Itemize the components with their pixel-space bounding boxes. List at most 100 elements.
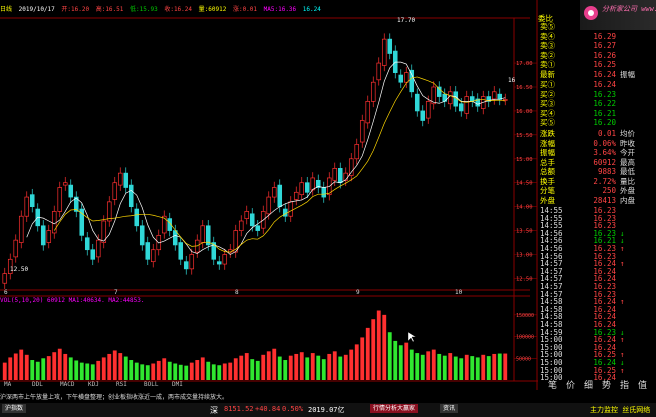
volume-bar [162, 358, 167, 380]
stat-row[interactable]: 涨跌 0.01 均价 [538, 129, 656, 139]
volume-bar [420, 354, 425, 380]
logo-icon [584, 6, 598, 20]
tab-ddl[interactable]: DDL [32, 381, 43, 388]
bid-row[interactable]: 买③ 16.22 [538, 99, 656, 109]
volume-bar [288, 355, 293, 380]
candle [277, 184, 283, 207]
stat-row-value: 250 [602, 186, 616, 195]
bottom-button[interactable]: 沪指数 [2, 404, 27, 413]
stat-row-label: 外盘 [540, 195, 555, 205]
candle [376, 62, 382, 81]
ask-row-value: 16.26 [593, 50, 616, 60]
status-pct: 0.50% [282, 405, 304, 413]
stat-row[interactable]: 涨幅 0.06% 昨收 [538, 139, 656, 149]
side-tabs: 笔价细势指值 [538, 378, 656, 391]
stat-row[interactable]: 分笔 250 外盘 [538, 186, 656, 196]
tab-kdj[interactable]: KDJ [88, 381, 99, 388]
news-ticker: 沪深两市上午放量上攻，下午横盘整理；创业板指收涨近一成，两市成交量持续放大。 [0, 394, 229, 401]
price-tick: 15.00 [516, 157, 533, 163]
ask-row-label: 卖① [540, 60, 555, 69]
bottom-button[interactable]: 资讯 [440, 404, 459, 413]
stat-row-value: 0.06% [593, 138, 616, 148]
stat-row-extra: 内盘 [620, 195, 635, 205]
price-tick: 14.50 [516, 181, 533, 187]
candle [249, 213, 255, 227]
status-market: 深 [210, 406, 218, 415]
bottom-button[interactable]: 行情分析大赢家 [370, 404, 419, 413]
side-tab[interactable]: 笔 [548, 378, 557, 391]
candle [458, 103, 464, 112]
volume-bar [497, 353, 502, 380]
volume-bar [409, 349, 414, 380]
volume-bar [41, 358, 46, 380]
stat-row[interactable]: 换手 2.72% 量比 [538, 177, 656, 187]
volume-bar [228, 362, 233, 380]
candle [51, 211, 57, 234]
tab-macd[interactable]: MACD [60, 381, 74, 388]
candle [293, 191, 299, 200]
candle [57, 187, 63, 212]
volume-bar [145, 365, 150, 380]
ask-row[interactable]: 卖① 16.25 [538, 60, 656, 70]
price-tick: 16.50 [516, 85, 533, 91]
low-mark: 12.50 [10, 266, 28, 273]
stat-row[interactable]: 振幅 3.64% 今开 [538, 148, 656, 158]
volume-bar [376, 310, 381, 380]
candle [29, 194, 35, 207]
bid-row[interactable]: 买④ 16.21 [538, 109, 656, 119]
ask-row-value: 16.25 [593, 60, 616, 69]
tab-ma[interactable]: MA [4, 381, 11, 388]
side-tab[interactable]: 势 [602, 378, 611, 391]
tab-boll[interactable]: BOLL [144, 381, 158, 388]
volume-bar [13, 353, 18, 380]
stat-row[interactable]: 总额 9883 最低 [538, 167, 656, 177]
stat-row[interactable]: 总手 60912 最高 [538, 158, 656, 168]
candle [24, 196, 30, 217]
volume-bar [294, 353, 299, 380]
volume-bar [305, 357, 310, 380]
price-tick: 13.00 [516, 253, 533, 259]
volume-bar [222, 363, 227, 380]
price-tick: 13.50 [516, 229, 533, 235]
tab-dmi[interactable]: DMI [172, 381, 183, 388]
last-tag: 振幅 [620, 70, 635, 79]
stat-row[interactable]: 外盘 28413 内盘 [538, 196, 656, 206]
month-label: 9 [356, 289, 360, 296]
candle [139, 225, 145, 246]
ask-row[interactable]: 卖③ 16.27 [538, 41, 656, 51]
ask-row[interactable]: 卖② 16.26 [538, 51, 656, 61]
volume-bar [426, 351, 431, 380]
candle [491, 91, 497, 100]
bid-row[interactable]: 买② 16.23 [538, 90, 656, 100]
volume-bar [255, 360, 260, 380]
candle [304, 182, 310, 193]
status-bar: 沪指数 行情分析大赢家 资讯 深 8151.52 +40.84 0.50% 2019… [0, 403, 656, 417]
tick-arrow-icon: ↑ [620, 244, 625, 253]
side-tab[interactable]: 指 [620, 378, 629, 391]
volume-bar [343, 354, 348, 380]
side-tab[interactable]: 细 [584, 378, 593, 391]
watermark: 分析家公司 www.88gs.com [602, 5, 656, 13]
candle [299, 182, 305, 196]
volume-bar [189, 362, 194, 380]
volume-bar [486, 356, 491, 380]
side-tab[interactable]: 值 [638, 378, 647, 391]
high-mark: 17.70 [397, 17, 415, 24]
stat-row-label: 总额 [540, 167, 555, 176]
candle [409, 69, 415, 93]
volume-bar [35, 361, 40, 380]
volume-bar [250, 359, 255, 380]
candle [310, 177, 316, 191]
volume-bar [156, 360, 161, 380]
volume-bar [475, 357, 480, 380]
stat-row-extra: 昨收 [620, 138, 635, 148]
stat-row-extra: 量比 [620, 176, 635, 186]
bid-row[interactable]: 买⑤ 16.20 [538, 118, 656, 128]
ask-row[interactable]: 卖④ 16.29 [538, 32, 656, 42]
bar-indicator: MA5:16.36 [263, 6, 297, 13]
tab-rsi[interactable]: RSI [116, 381, 127, 388]
candle [62, 182, 68, 186]
series-label[interactable]: 日线 [0, 6, 12, 13]
bid-row[interactable]: 买① 16.24 [538, 80, 656, 90]
side-tab[interactable]: 价 [566, 378, 575, 391]
